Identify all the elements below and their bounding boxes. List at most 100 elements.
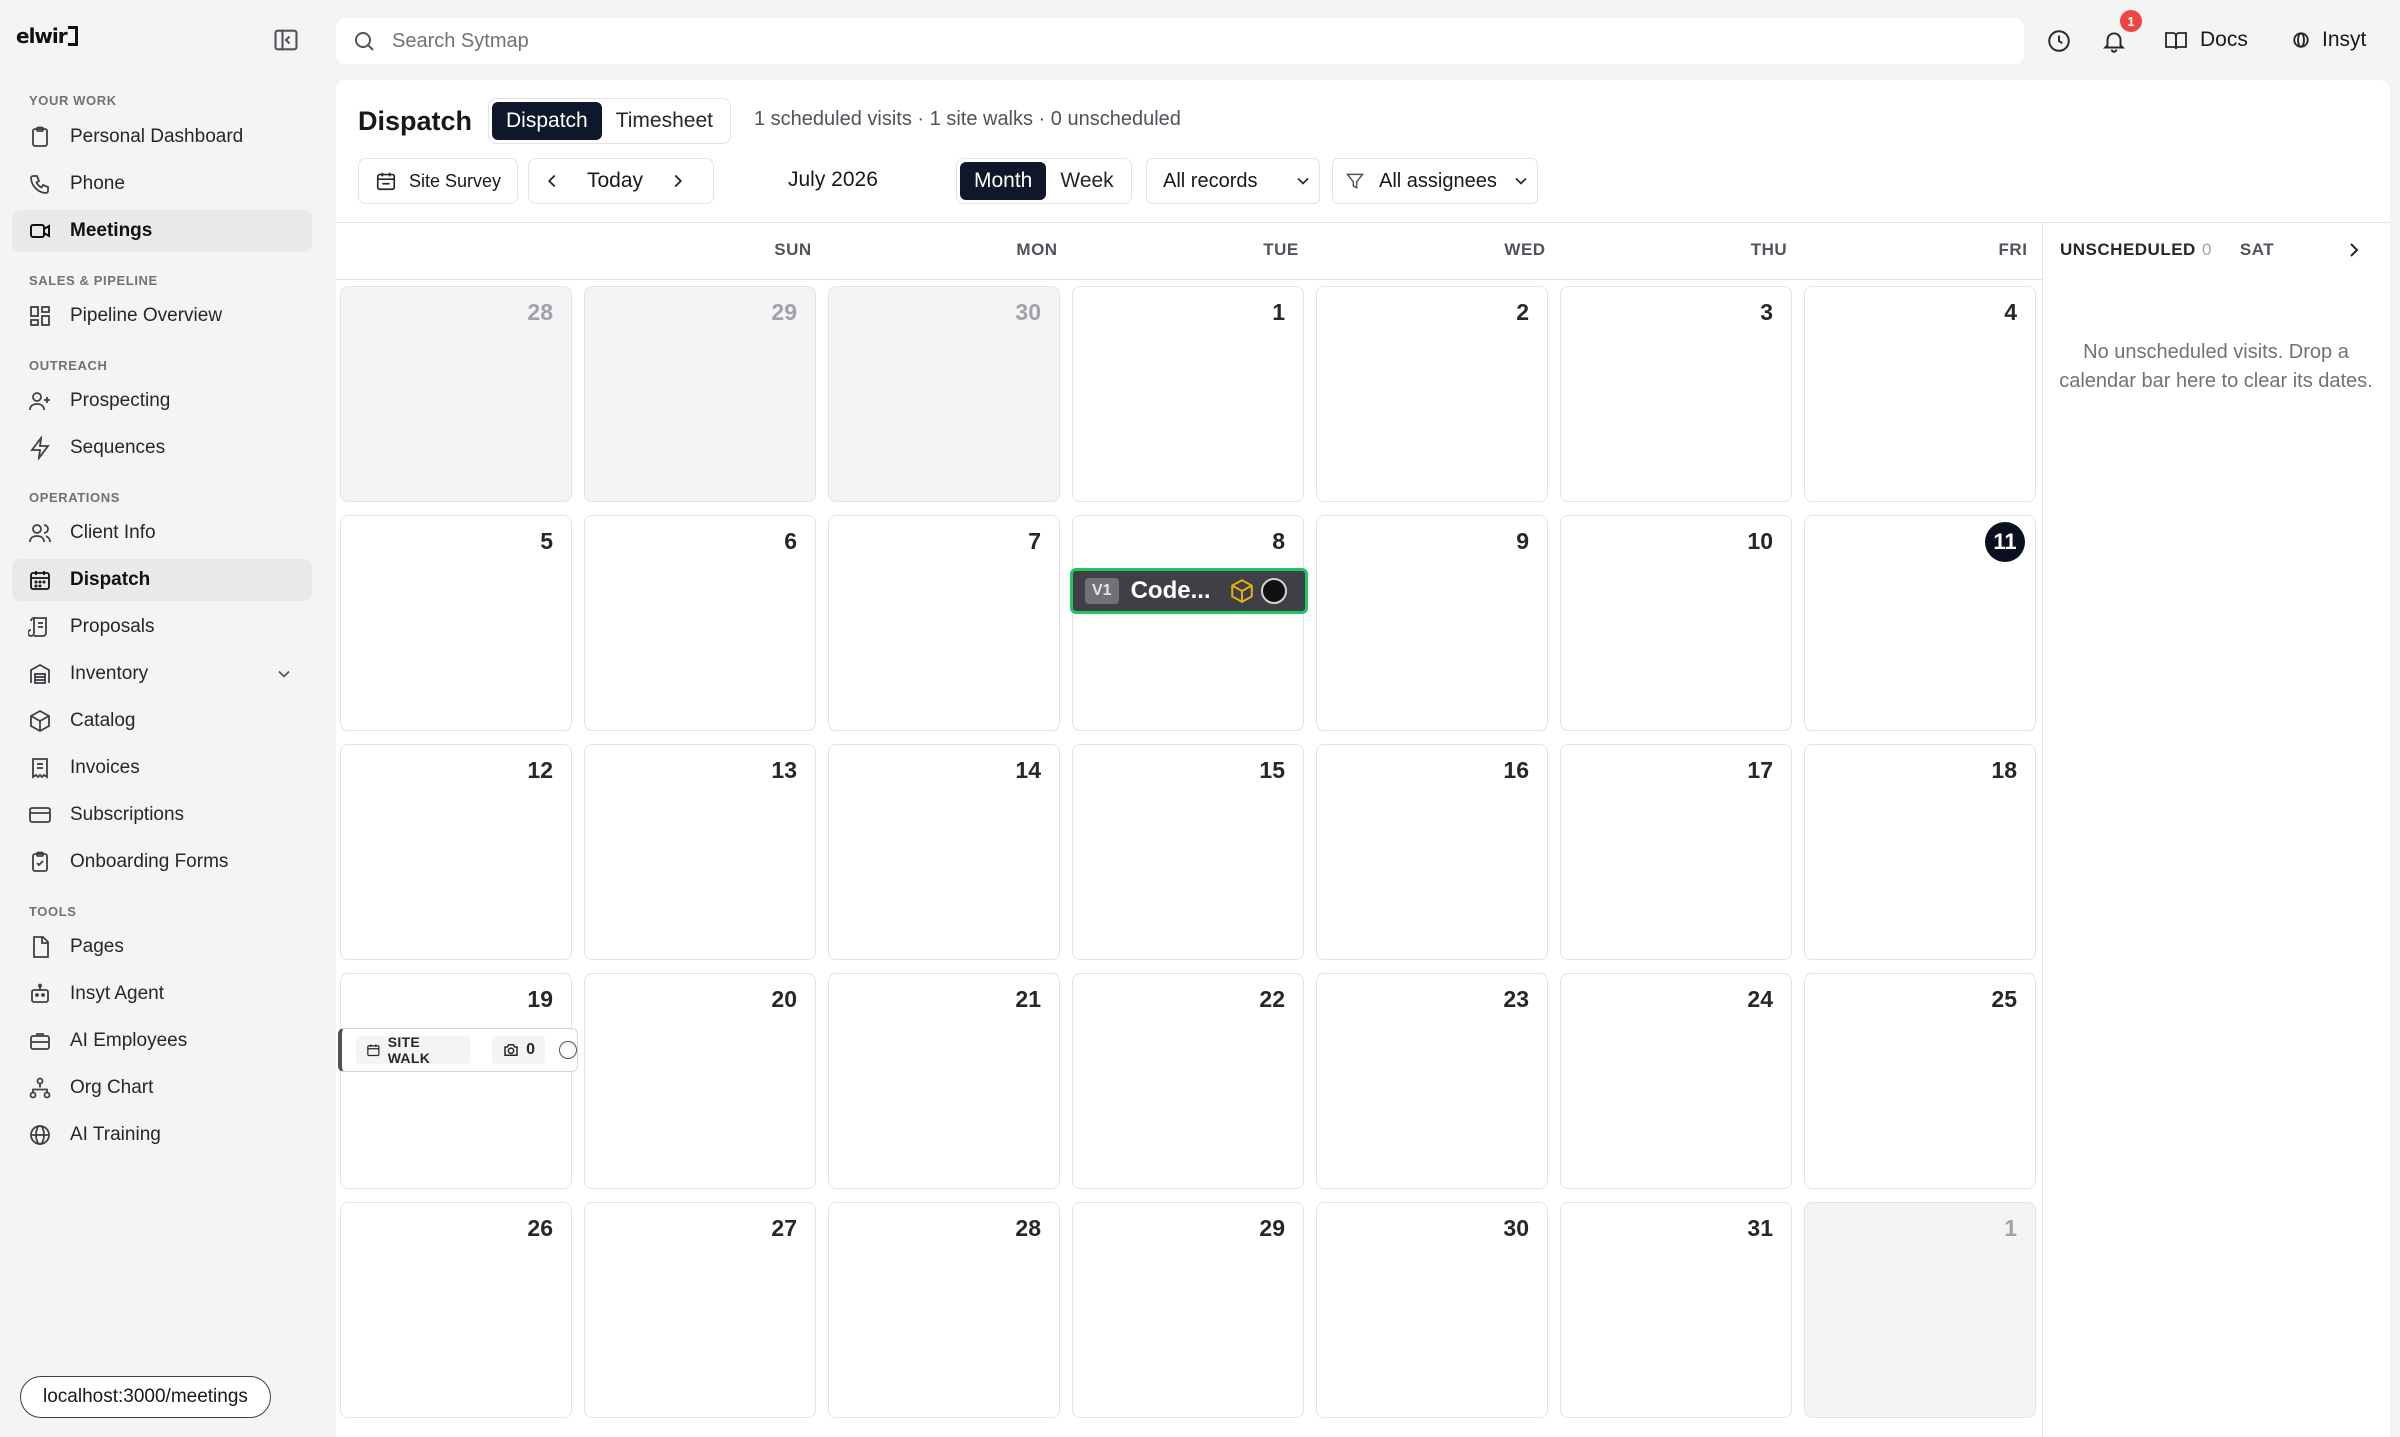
sidebar-item-label: Personal Dashboard <box>70 126 244 147</box>
sidebar-item-label: Catalog <box>70 710 136 731</box>
chevron-down-icon[interactable] <box>274 664 294 684</box>
calendar-day-cell[interactable]: 13 <box>584 744 816 960</box>
section-label-tools: TOOLS <box>29 904 77 919</box>
status-url-tooltip: localhost:3000/meetings <box>20 1376 271 1418</box>
file-icon <box>28 935 52 959</box>
sidebar-item-pipeline-overview[interactable]: Pipeline Overview <box>12 295 312 337</box>
users-icon <box>28 521 52 545</box>
search-input[interactable] <box>392 29 1892 53</box>
weekday-header: MON <box>1016 240 1058 259</box>
visit-event-bar[interactable]: V1 Code... <box>1070 568 1308 614</box>
calendar-day-cell[interactable]: 5 <box>340 515 572 731</box>
dispatch-panel: Dispatch Dispatch Timesheet 1 scheduled … <box>336 80 2390 1437</box>
calendar-day-cell[interactable]: 18 <box>1804 744 2036 960</box>
calendar-day-cell[interactable]: 1 <box>1804 1202 2036 1418</box>
sidebar-item-personal-dashboard[interactable]: Personal Dashboard <box>12 116 312 158</box>
date-number: 4 <box>2004 299 2017 325</box>
sidebar-item-proposals[interactable]: Proposals <box>12 606 312 648</box>
calendar-day-cell[interactable]: 31 <box>1560 1202 1792 1418</box>
calendar-day-cell[interactable]: 14 <box>828 744 1060 960</box>
calendar-day-cell[interactable]: 28 <box>828 1202 1060 1418</box>
calendar-day-cell[interactable]: 17 <box>1560 744 1792 960</box>
calendar-day-cell[interactable]: 1 <box>1072 286 1304 502</box>
sidebar-item-invoices[interactable]: Invoices <box>12 747 312 789</box>
date-number: 1 <box>1272 299 1285 325</box>
calendar-day-cell[interactable]: 7 <box>828 515 1060 731</box>
date-number: 12 <box>527 757 553 783</box>
calendar-day-cell[interactable]: 30 <box>1316 1202 1548 1418</box>
calendar-day-cell[interactable]: 29 <box>1072 1202 1304 1418</box>
calendar-day-cell[interactable]: 10 <box>1560 515 1792 731</box>
calendar-day-cell[interactable]: 24 <box>1560 973 1792 1189</box>
calendar-day-cell[interactable]: 27 <box>584 1202 816 1418</box>
status-circle-icon <box>559 1041 577 1059</box>
clipboard-check-icon <box>28 850 52 874</box>
calendar-day-cell[interactable]: 19 <box>340 973 572 1189</box>
sidebar-collapse-icon[interactable] <box>272 26 300 54</box>
logo[interactable]: elwir <box>16 24 78 48</box>
sidebar-item-onboarding-forms[interactable]: Onboarding Forms <box>12 841 312 883</box>
calendar-day-cell[interactable]: 22 <box>1072 973 1304 1189</box>
insyt-button[interactable]: Insyt <box>2292 20 2366 60</box>
chevron-right-icon[interactable] <box>667 170 689 192</box>
history-icon[interactable] <box>2040 22 2078 60</box>
tab-timesheet[interactable]: Timesheet <box>602 102 727 140</box>
calendar-day-cell[interactable]: 20 <box>584 973 816 1189</box>
calendar-day-cell[interactable]: 8 <box>1072 515 1304 731</box>
calendar-day-cell[interactable]: 2 <box>1316 286 1548 502</box>
sidebar-item-inventory[interactable]: Inventory <box>12 653 312 695</box>
calendar-day-cell[interactable]: 30 <box>828 286 1060 502</box>
calendar-day-cell[interactable]: 9 <box>1316 515 1548 731</box>
sidebar-item-pages[interactable]: Pages <box>12 926 312 968</box>
sidebar-item-meetings[interactable]: Meetings <box>12 210 312 252</box>
date-navigator: Today <box>528 158 714 204</box>
sidebar-item-ai-training[interactable]: AI Training <box>12 1114 312 1156</box>
calendar-day-cell[interactable]: 15 <box>1072 744 1304 960</box>
calendar-day-cell[interactable]: 29 <box>584 286 816 502</box>
warehouse-icon <box>28 662 52 686</box>
sidebar-item-subscriptions[interactable]: Subscriptions <box>12 794 312 836</box>
section-label-your-work: YOUR WORK <box>29 93 117 108</box>
calendar-day-cell[interactable]: 4 <box>1804 286 2036 502</box>
calendar-day-cell[interactable]: 11 <box>1804 515 2036 731</box>
sidebar-item-client-info[interactable]: Client Info <box>12 512 312 554</box>
chevron-right-icon[interactable] <box>2342 238 2366 262</box>
assignee-filter-select[interactable]: All assignees <box>1332 158 1538 204</box>
calendar-day-cell[interactable]: 25 <box>1804 973 2036 1189</box>
calendar-day-cell[interactable]: 26 <box>340 1202 572 1418</box>
chevron-left-icon[interactable] <box>541 170 563 192</box>
calendar-view-toggle: Month Week <box>956 158 1132 204</box>
calendar-day-cell[interactable]: 28 <box>340 286 572 502</box>
docs-button[interactable]: Docs <box>2164 20 2248 60</box>
phone-icon <box>28 172 52 196</box>
calendar-day-cell[interactable]: 3 <box>1560 286 1792 502</box>
sidebar-item-catalog[interactable]: Catalog <box>12 700 312 742</box>
calendar-day-cell[interactable]: 12 <box>340 744 572 960</box>
sidebar-item-phone[interactable]: Phone <box>12 163 312 205</box>
calendar-day-cell[interactable]: 23 <box>1316 973 1548 1189</box>
sidebar-item-prospecting[interactable]: Prospecting <box>12 380 312 422</box>
calendar-day-cell[interactable]: 6 <box>584 515 816 731</box>
search-bar[interactable] <box>336 18 2024 64</box>
calendar-day-cell[interactable]: 21 <box>828 973 1060 1189</box>
insyt-logo-icon <box>2292 31 2310 49</box>
tab-dispatch[interactable]: Dispatch <box>492 102 602 140</box>
records-filter-select[interactable]: All records <box>1146 158 1320 204</box>
calendar-icon <box>367 1044 380 1057</box>
view-month-button[interactable]: Month <box>960 162 1047 200</box>
site-survey-button[interactable]: Site Survey <box>358 158 518 204</box>
today-button[interactable]: Today <box>587 169 643 193</box>
calendar-day-cell[interactable]: 16 <box>1316 744 1548 960</box>
sidebar-item-org-chart[interactable]: Org Chart <box>12 1067 312 1109</box>
date-number: 7 <box>1028 528 1041 554</box>
sidebar-item-ai-employees[interactable]: AI Employees <box>12 1020 312 1062</box>
sidebar-item-insyt-agent[interactable]: Insyt Agent <box>12 973 312 1015</box>
date-number: 10 <box>1747 528 1773 554</box>
view-week-button[interactable]: Week <box>1046 162 1127 200</box>
search-icon <box>352 29 376 53</box>
site-walk-event-bar[interactable]: SITE WALK 0 <box>338 1028 578 1072</box>
sidebar-item-dispatch[interactable]: Dispatch <box>12 559 312 601</box>
sidebar-item-sequences[interactable]: Sequences <box>12 427 312 469</box>
sidebar-item-label: AI Training <box>70 1124 161 1145</box>
camera-icon <box>504 1044 518 1056</box>
